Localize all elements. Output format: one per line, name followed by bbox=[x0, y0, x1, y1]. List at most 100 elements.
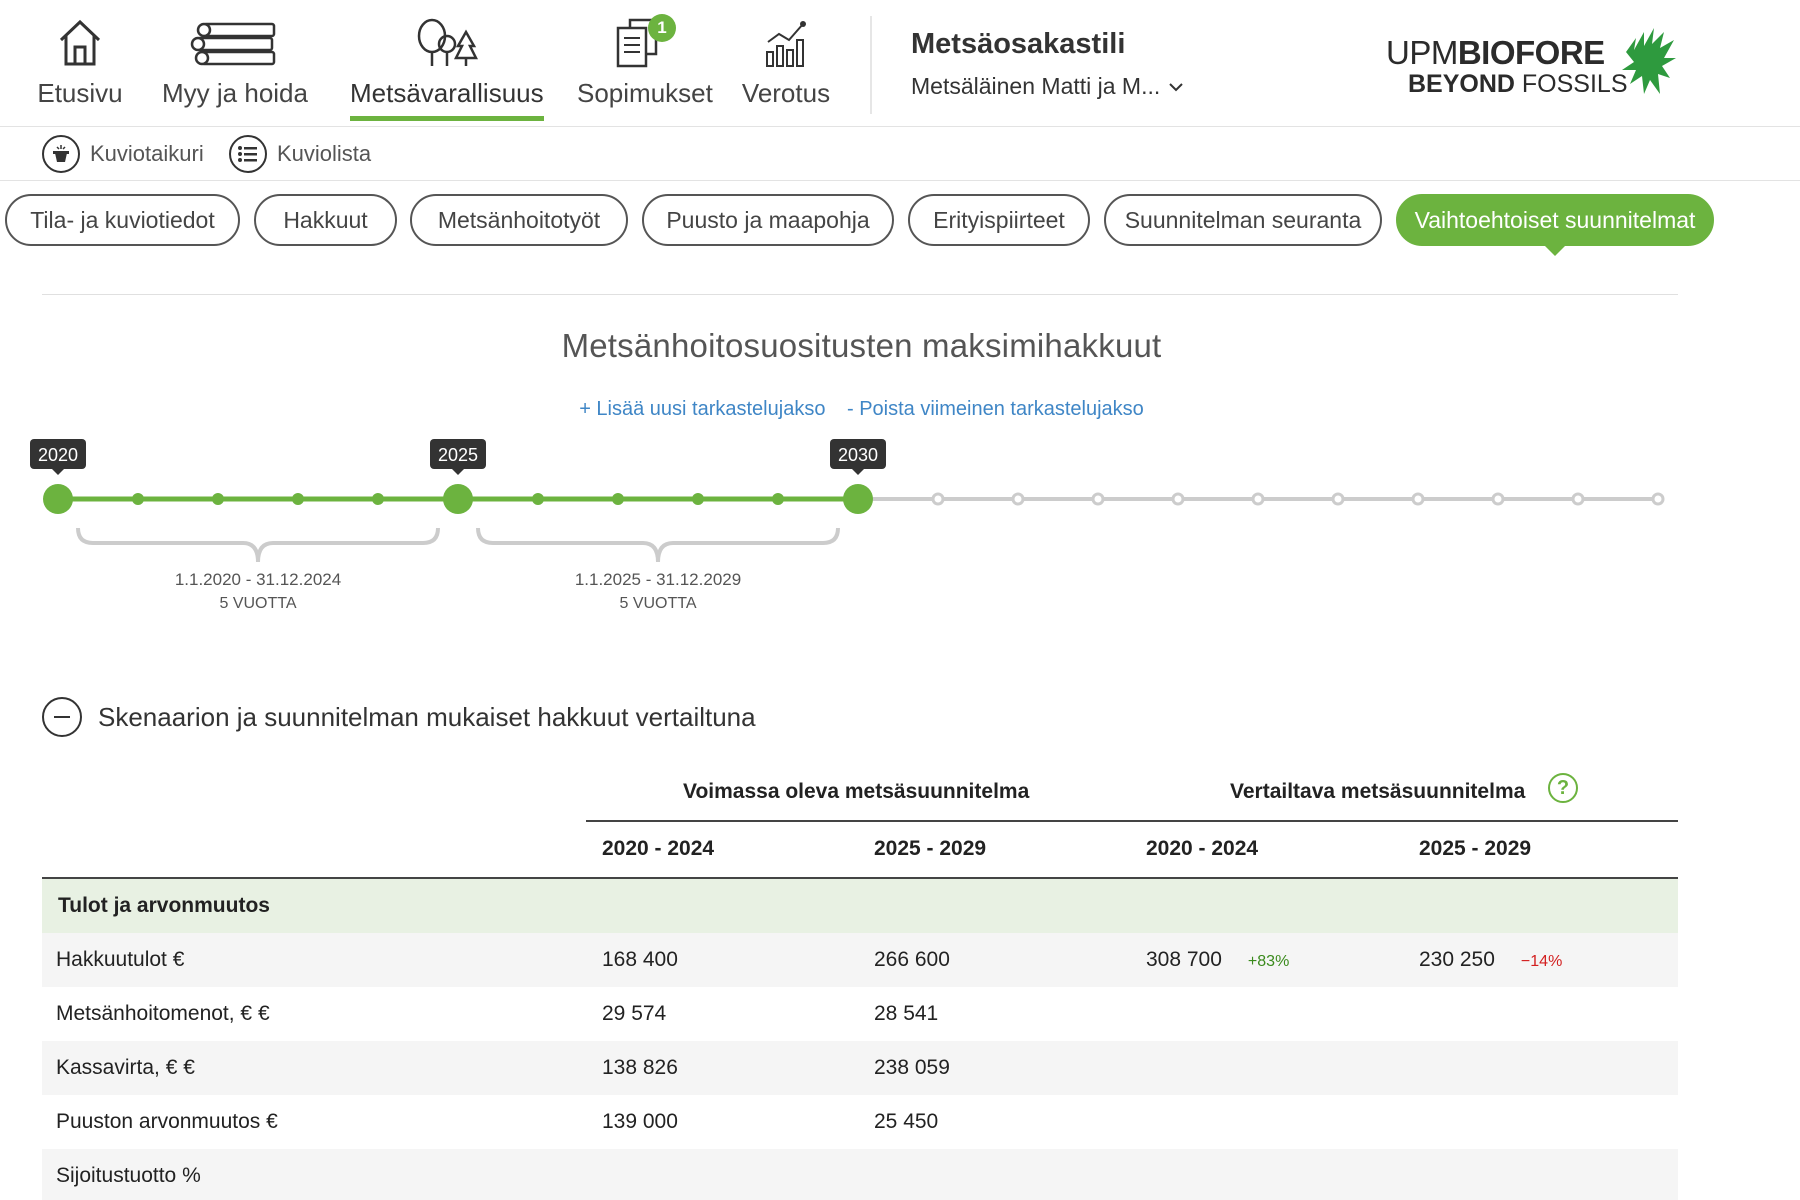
chevron-down-icon bbox=[1169, 82, 1183, 91]
value: 308 700 bbox=[1146, 948, 1222, 971]
row-label: Puuston arvonmuutos € bbox=[56, 1110, 278, 1133]
griffin-icon bbox=[1622, 28, 1676, 94]
value-cell: 25 450 bbox=[874, 1110, 939, 1133]
timeline-dot bbox=[372, 493, 384, 505]
row-label: Kassavirta, € € bbox=[56, 1056, 195, 1079]
period-length: 5 VUOTTA bbox=[619, 595, 696, 612]
nav-label: Verotus bbox=[741, 78, 831, 108]
top-navigation: Etusivu Myy ja hoida Metsävarallisuus 1 … bbox=[0, 0, 1800, 127]
timeline-handle bbox=[43, 484, 73, 514]
plan-compare-heading: Vertailtava metsäsuunnitelma bbox=[1230, 780, 1526, 803]
comparison-header[interactable]: Skenaarion ja suunnitelman mukaiset hakk… bbox=[42, 697, 756, 737]
timeline-slider[interactable]: 2020 2025 2030 1.1.2020 - 31.12.2024 5 VUOTT… bbox=[0, 432, 1700, 622]
year-heading: 2020 - 2024 bbox=[602, 837, 715, 860]
tab-suunnitelman-seuranta[interactable]: Suunnitelman seuranta bbox=[1104, 194, 1382, 246]
upm-biofore-logo[interactable]: UPMBIOFORE BEYOND FOSSILS bbox=[1386, 24, 1686, 100]
timeline-dot-inactive bbox=[1171, 492, 1185, 506]
tool-kuviolista[interactable]: Kuviolista bbox=[229, 135, 371, 173]
remove-period-link[interactable]: - Poista viimeinen tarkastelujakso bbox=[847, 398, 1144, 420]
timeline-dot bbox=[532, 493, 544, 505]
header-rule bbox=[586, 820, 1678, 822]
timeline-dot-inactive bbox=[1571, 492, 1585, 506]
timeline-dot-inactive bbox=[1011, 492, 1025, 506]
nav-divider bbox=[870, 16, 872, 114]
value-cell: 308 700 +83% bbox=[1146, 933, 1289, 987]
chart-icon bbox=[766, 21, 806, 67]
tab-erityispiirteet[interactable]: Erityispiirteet bbox=[908, 194, 1090, 246]
value-cell: 138 826 bbox=[602, 1056, 678, 1079]
year-marker-label: 2020 bbox=[38, 445, 78, 465]
timeline-dot bbox=[772, 493, 784, 505]
timeline-dot bbox=[292, 493, 304, 505]
table-row: Hakkuutulot € 168 400 266 600 308 700 +83… bbox=[42, 933, 1678, 987]
nav-label: Metsävarallisuus bbox=[350, 78, 544, 121]
value: 230 250 bbox=[1419, 948, 1495, 971]
year-marker-label: 2030 bbox=[838, 445, 878, 465]
nav-item-myy-ja-hoida[interactable]: Myy ja hoida bbox=[158, 14, 312, 116]
tab-metsanhoitotyot[interactable]: Metsänhoitotyöt bbox=[410, 194, 628, 246]
row-label: Sijoitustuotto % bbox=[56, 1164, 201, 1187]
tool-kuviotaikuri[interactable]: Kuviotaikuri bbox=[42, 135, 204, 173]
home-icon bbox=[59, 19, 101, 66]
year-heading: 2025 - 2029 bbox=[1419, 837, 1532, 860]
timeline-handle bbox=[443, 484, 473, 514]
nav-item-verotus[interactable]: Verotus bbox=[740, 14, 832, 116]
period-range: 1.1.2025 - 31.12.2029 bbox=[575, 570, 741, 589]
timeline-dot bbox=[692, 493, 704, 505]
year-marker-label: 2025 bbox=[438, 445, 478, 465]
timeline-title: Metsänhoitosuositusten maksimihakkuut bbox=[561, 327, 1162, 364]
table-row: Puuston arvonmuutos € 139 000 25 450 bbox=[42, 1095, 1678, 1149]
help-icon[interactable]: ? bbox=[1548, 773, 1578, 803]
timeline-dot-inactive bbox=[1651, 492, 1665, 506]
table-row: Metsänhoitomenot, € € 29 574 28 541 bbox=[42, 987, 1678, 1041]
account-selector[interactable]: Metsäläinen Matti ja M... bbox=[911, 73, 1184, 100]
period-length: 5 VUOTTA bbox=[219, 595, 296, 612]
timeline-actions: + Lisää uusi tarkastelujakso - Poista vi… bbox=[0, 398, 1723, 421]
logs-icon bbox=[190, 22, 276, 66]
nav-label: Myy ja hoida bbox=[162, 78, 308, 108]
secondary-toolbar: Kuviotaikuri Kuviolista bbox=[0, 127, 1800, 181]
account-switcher[interactable]: Metsäosakastili Metsäläinen Matti ja M..… bbox=[911, 28, 1184, 100]
nav-item-sopimukset[interactable]: 1 Sopimukset bbox=[577, 14, 713, 116]
year-marker-pointer bbox=[52, 469, 64, 475]
tool-label: Kuviotaikuri bbox=[90, 141, 204, 166]
period-bracket bbox=[76, 527, 440, 563]
timeline-dot bbox=[212, 493, 224, 505]
logo-line-2: BEYOND FOSSILS bbox=[1408, 70, 1628, 98]
tab-puusto-ja-maapohja[interactable]: Puusto ja maapohja bbox=[642, 194, 894, 246]
nav-item-etusivu[interactable]: Etusivu bbox=[36, 14, 124, 116]
value-cell: 139 000 bbox=[602, 1110, 678, 1133]
section-label: Tulot ja arvonmuutos bbox=[58, 894, 270, 917]
trees-icon bbox=[417, 18, 478, 66]
timeline-dot-inactive bbox=[1251, 492, 1265, 506]
nav-item-metsavarallisuus[interactable]: Metsävarallisuus bbox=[350, 14, 544, 121]
timeline-dot-inactive bbox=[931, 492, 945, 506]
table-row: Sijoitustuotto % bbox=[42, 1149, 1678, 1200]
tab-hakkuut[interactable]: Hakkuut bbox=[254, 194, 397, 246]
value-cell: 29 574 bbox=[602, 1002, 667, 1025]
tab-tila-ja-kuviotiedot[interactable]: Tila- ja kuviotiedot bbox=[5, 194, 240, 246]
year-marker-pointer bbox=[852, 469, 864, 475]
change-badge: +83% bbox=[1247, 953, 1290, 970]
logo-line-1: UPMBIOFORE bbox=[1386, 34, 1605, 71]
nav-label: Etusivu bbox=[37, 78, 123, 108]
value-cell: 266 600 bbox=[874, 948, 950, 971]
account-name: Metsäläinen Matti ja M... bbox=[911, 73, 1161, 99]
timeline-handle bbox=[843, 484, 873, 514]
change-badge: −14% bbox=[1520, 953, 1563, 970]
period-bracket bbox=[476, 527, 840, 563]
collapse-icon[interactable] bbox=[42, 697, 82, 737]
account-title: Metsäosakastili bbox=[911, 28, 1126, 60]
notification-badge: 1 bbox=[648, 14, 676, 42]
tab-vaihtoehtoiset-suunnitelmat[interactable]: Vaihtoehtoiset suunnitelmat bbox=[1396, 194, 1714, 256]
add-period-link[interactable]: + Lisää uusi tarkastelujakso bbox=[579, 398, 825, 420]
timeline-dot-inactive bbox=[1411, 492, 1425, 506]
value-cell: 168 400 bbox=[602, 948, 678, 971]
plan-current-heading: Voimassa oleva metsäsuunnitelma bbox=[683, 780, 1030, 803]
section-divider bbox=[42, 294, 1678, 295]
timeline-dot bbox=[132, 493, 144, 505]
section-tabs: Tila- ja kuviotiedot Hakkuut Metsänhoito… bbox=[0, 194, 1800, 256]
magic-hat-icon bbox=[42, 135, 80, 173]
nav-label: Sopimukset bbox=[577, 78, 713, 108]
tool-label: Kuviolista bbox=[277, 141, 372, 166]
